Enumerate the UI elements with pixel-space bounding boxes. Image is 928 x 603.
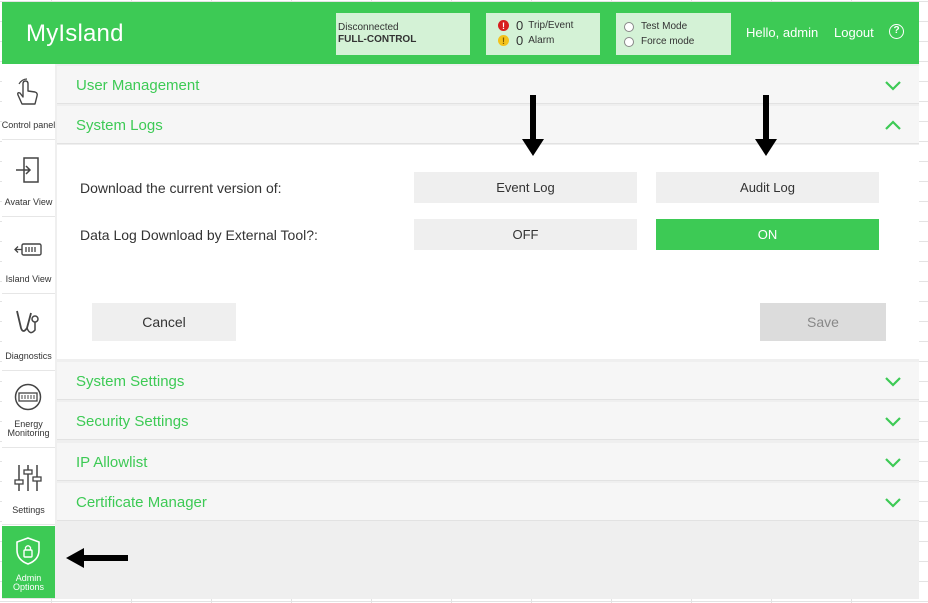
section-security-settings[interactable]: Security Settings	[57, 402, 919, 440]
sidebar: Control panel Avatar View Island View Di…	[2, 64, 55, 599]
section-system-logs[interactable]: System Logs	[57, 106, 919, 144]
external-tool-label: Data Log Download by External Tool?:	[80, 227, 318, 243]
section-user-management[interactable]: User Management	[57, 66, 919, 104]
cancel-button[interactable]: Cancel	[92, 303, 236, 341]
sidebar-item-label: Settings	[12, 505, 45, 515]
test-mode-option[interactable]: Test Mode	[624, 19, 731, 34]
alerts-box[interactable]: ! 0 Trip/Event ! 0 Alarm	[486, 13, 600, 55]
trip-alert-icon: !	[498, 20, 509, 31]
sidebar-item-label: Energy Monitoring	[7, 419, 50, 438]
force-mode-option[interactable]: Force mode	[624, 34, 731, 49]
section-title: User Management	[76, 77, 200, 94]
sidebar-item-label: Diagnostics	[5, 351, 52, 361]
sidebar-item-avatar-view[interactable]: Avatar View	[2, 141, 55, 217]
chevron-down-icon	[885, 417, 901, 427]
sidebar-item-admin-options[interactable]: Admin Options	[2, 526, 55, 599]
alarm-label: Alarm	[528, 35, 555, 46]
connection-status-box: Disconnected FULL-CONTROL	[336, 13, 470, 55]
meter-icon	[14, 383, 42, 411]
chevron-up-icon	[885, 120, 901, 130]
battery-plug-icon	[14, 243, 42, 256]
sidebar-item-control-panel[interactable]: Control panel	[2, 64, 55, 140]
sidebar-item-label: Avatar View	[4, 197, 53, 207]
sidebar-item-island-view[interactable]: Island View	[2, 218, 55, 294]
sliders-icon	[14, 465, 42, 491]
top-bar: MyIsland Disconnected FULL-CONTROL ! 0 T…	[2, 2, 919, 64]
user-greeting: Hello, admin	[746, 25, 819, 40]
annotation-arrow-down-icon	[755, 95, 777, 156]
trip-count: 0	[516, 18, 524, 33]
mode-box: Test Mode Force mode	[616, 13, 731, 55]
alarm-row: ! 0 Alarm	[498, 33, 600, 48]
trip-label: Trip/Event	[528, 20, 574, 31]
section-title: Certificate Manager	[76, 494, 207, 511]
app-window: MyIsland Disconnected FULL-CONTROL ! 0 T…	[2, 2, 919, 599]
connection-status: Disconnected	[338, 22, 399, 33]
chevron-down-icon	[885, 377, 901, 387]
app-title: MyIsland	[26, 20, 124, 47]
alarm-count: 0	[516, 33, 524, 48]
section-title: IP Allowlist	[76, 454, 148, 471]
chevron-down-icon	[885, 81, 901, 91]
off-toggle-button[interactable]: OFF	[414, 219, 637, 250]
event-log-button[interactable]: Event Log	[414, 172, 637, 203]
help-icon[interactable]: ?	[889, 24, 904, 39]
trip-row: ! 0 Trip/Event	[498, 18, 600, 33]
section-system-settings[interactable]: System Settings	[57, 362, 919, 400]
system-logs-panel: Download the current version of: Event L…	[57, 145, 919, 359]
hand-pointer-icon	[17, 78, 38, 105]
alarm-warning-icon: !	[498, 35, 509, 46]
force-mode-label: Force mode	[641, 36, 695, 47]
force-mode-radio[interactable]	[624, 36, 634, 47]
stethoscope-icon	[16, 310, 39, 334]
download-label: Download the current version of:	[80, 180, 282, 196]
section-ip-allowlist[interactable]: IP Allowlist	[57, 443, 919, 481]
sidebar-item-label: Island View	[5, 274, 52, 284]
section-title: System Settings	[76, 373, 185, 390]
audit-log-button[interactable]: Audit Log	[656, 172, 879, 203]
annotation-arrow-down-icon	[522, 95, 544, 156]
section-title: Security Settings	[76, 413, 189, 430]
sidebar-item-label: Admin Options	[12, 573, 45, 592]
shield-lock-icon	[16, 537, 40, 565]
chevron-down-icon	[885, 458, 901, 468]
sidebar-item-diagnostics[interactable]: Diagnostics	[2, 295, 55, 371]
annotation-arrow-left-icon	[66, 548, 128, 568]
login-door-icon	[16, 157, 39, 183]
sidebar-item-label: Control panel	[1, 120, 56, 130]
save-button[interactable]: Save	[760, 303, 886, 341]
test-mode-label: Test Mode	[641, 21, 688, 32]
chevron-down-icon	[885, 498, 901, 508]
sidebar-item-energy-monitoring[interactable]: Energy Monitoring	[2, 372, 55, 448]
test-mode-radio[interactable]	[624, 21, 634, 32]
logout-link[interactable]: Logout	[834, 25, 874, 40]
control-mode: FULL-CONTROL	[338, 34, 417, 45]
section-title: System Logs	[76, 117, 163, 134]
on-toggle-button[interactable]: ON	[656, 219, 879, 250]
sidebar-item-settings[interactable]: Settings	[2, 449, 55, 525]
section-certificate-manager[interactable]: Certificate Manager	[57, 483, 919, 521]
